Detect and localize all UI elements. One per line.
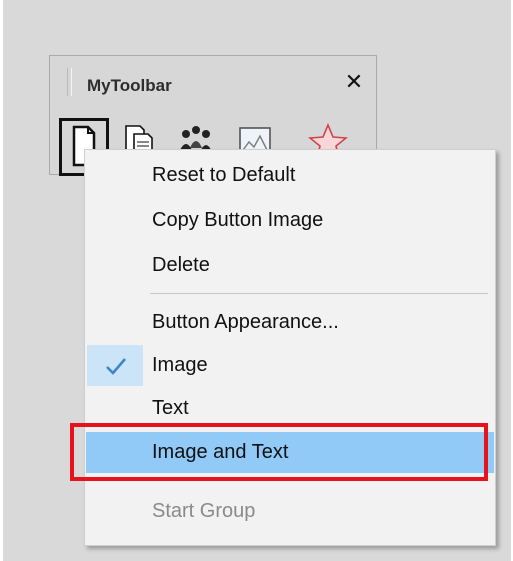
menu-item-image[interactable]: Image [86, 345, 494, 386]
close-icon[interactable]: ✕ [342, 70, 366, 94]
annotation-highlight-box [70, 423, 488, 481]
menu-item-copy-button-image[interactable]: Copy Button Image [86, 200, 494, 241]
checkmark-icon [106, 358, 126, 375]
toolbar-grip-handle[interactable] [67, 68, 72, 96]
menu-item-image-label: Image [152, 354, 208, 376]
menu-item-reset-to-default[interactable]: Reset to Default [86, 155, 494, 196]
menu-item-button-appearance[interactable]: Button Appearance... [86, 302, 494, 343]
context-menu: Reset to Default Copy Button Image Delet… [84, 149, 496, 546]
menu-item-start-group: Start Group [152, 500, 256, 522]
menu-separator [150, 293, 488, 294]
toolbar-title: MyToolbar [87, 76, 172, 95]
menu-item-delete[interactable]: Delete [86, 245, 494, 286]
